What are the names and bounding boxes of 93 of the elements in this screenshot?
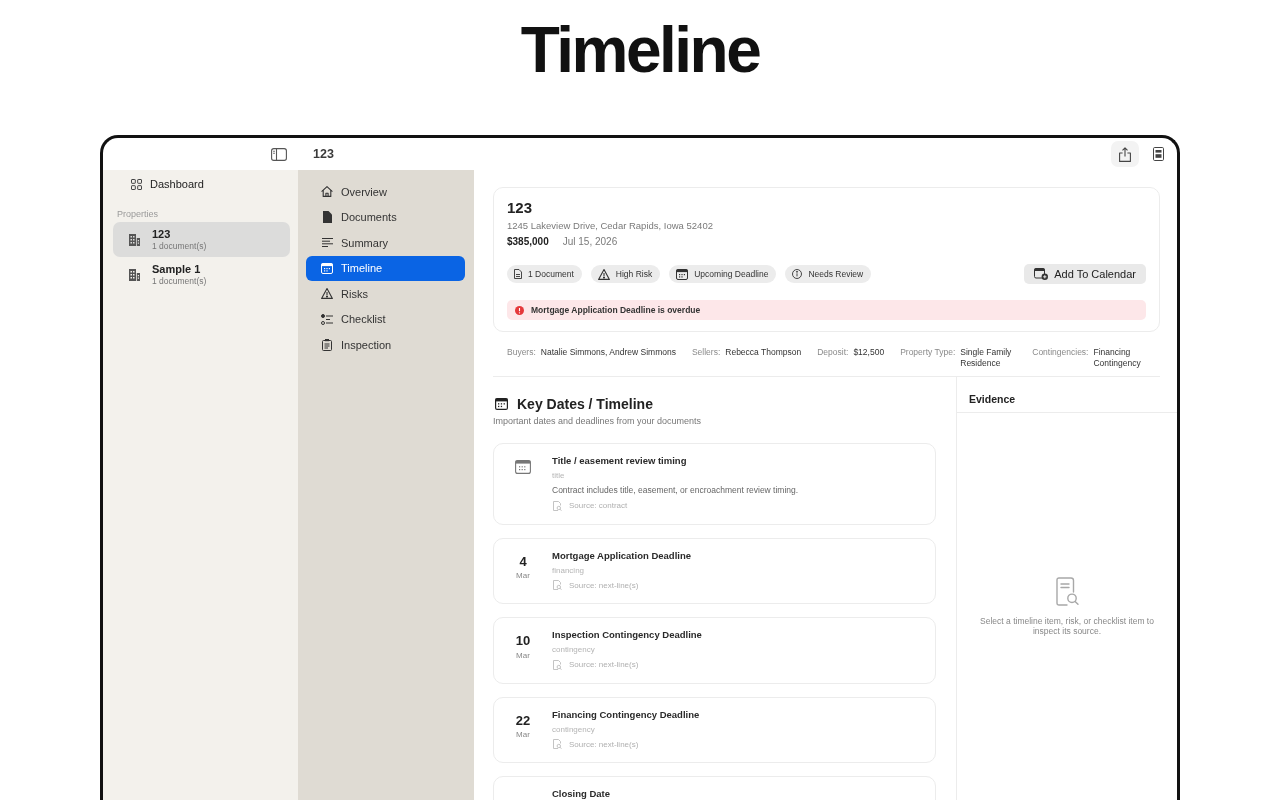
nav-item[interactable]: Documents — [306, 204, 465, 230]
detail-label: Property Type: — [900, 347, 956, 359]
calendar-icon — [676, 268, 689, 280]
item-category: financing — [552, 564, 586, 577]
clipboard-icon — [322, 338, 332, 351]
detail-label: Sellers: — [691, 347, 721, 359]
calendar-icon — [515, 460, 531, 474]
detail-label: Deposit: — [817, 347, 849, 359]
building-icon — [129, 268, 140, 281]
status-tag: Upcoming Deadline — [669, 265, 777, 283]
status-tag: Needs Review — [785, 265, 872, 283]
nav-item[interactable]: Inspection — [306, 332, 465, 358]
alert-text: Mortgage Application Deadline is overdue — [531, 305, 701, 315]
error-icon — [515, 305, 524, 315]
date-day: 10 — [515, 633, 531, 648]
item-source: Source: contract — [569, 501, 628, 510]
toolbar-title: 123 — [313, 147, 334, 161]
property-item[interactable]: 123 1 document(s) — [113, 222, 290, 257]
item-source: Source: next-line(s) — [569, 739, 639, 749]
document-icon — [322, 211, 332, 224]
nav-item[interactable]: Timeline — [306, 255, 465, 281]
item-description: Contract includes title, easement, or encroachment review timing. — [552, 484, 800, 497]
item-title: Closing Date — [552, 787, 612, 800]
calendar-icon — [495, 398, 508, 410]
share-button[interactable] — [1111, 141, 1139, 167]
item-category: contingency — [552, 723, 596, 736]
section-title: Key Dates / Timeline — [517, 395, 653, 413]
document-icon[interactable] — [1153, 147, 1164, 161]
item-title: Inspection Contingency Deadline — [552, 628, 703, 642]
date-day: 4 — [519, 553, 527, 569]
section-subtitle: Important dates and deadlines from your documents — [493, 415, 703, 427]
detail-value: Natalie Simmons, Andrew Simmons — [540, 347, 676, 359]
status-tag: High Risk — [590, 265, 661, 283]
calendar-add-icon — [1034, 268, 1049, 280]
warning-icon — [597, 268, 610, 280]
date-month: Mar — [516, 649, 530, 662]
document-count: 1 document(s) — [152, 275, 207, 287]
detail-value: Single Family Residence — [960, 347, 1013, 369]
timeline-card[interactable]: 10 Mar Inspection Contingency Deadline contingency Source: next-line(s) — [493, 617, 936, 684]
date-day: 22 — [515, 712, 531, 728]
date-month: Mar — [516, 729, 530, 741]
item-category: title — [552, 470, 566, 482]
source-icon — [553, 739, 562, 749]
add-to-calendar-button[interactable]: Add To Calendar — [1024, 264, 1146, 284]
detail-label: Contingencies: — [1032, 347, 1089, 359]
text-lines-icon — [321, 238, 333, 248]
detail-value: Financing Contingency — [1093, 347, 1142, 369]
date-text: Jul 15, 2026 — [562, 235, 618, 249]
share-icon — [1119, 146, 1131, 162]
item-source: Source: next-line(s) — [569, 580, 639, 590]
timeline-card[interactable]: Title / easement review timing title Contract includes title, easement, or encroachment review timing. Source: contract — [493, 443, 936, 525]
item-category: contingency — [552, 644, 596, 656]
detail-label: Buyers: — [507, 347, 536, 359]
home-icon — [321, 186, 333, 198]
nav-item[interactable]: Overview — [306, 179, 465, 205]
nav-item[interactable]: Risks — [306, 281, 465, 307]
info-icon — [792, 269, 803, 279]
source-icon — [553, 659, 562, 670]
warning-icon — [321, 288, 333, 300]
status-tag: 1 Document — [507, 265, 582, 283]
panel-title: Evidence — [969, 393, 1016, 405]
property-item[interactable]: Sample 1 1 document(s) — [113, 257, 290, 292]
address-text: 1245 Lakeview Drive, Cedar Rapids, Iowa 52402 — [507, 219, 714, 232]
property-name: 123 — [152, 227, 172, 241]
timeline-card[interactable]: 22 Mar Financing Contingency Deadline contingency Source: next-line(s) — [493, 696, 936, 763]
document-icon — [514, 269, 522, 279]
source-icon — [553, 580, 562, 590]
timeline-card[interactable]: 4 Mar Mortgage Application Deadline financing Source: next-line(s) — [493, 537, 936, 604]
property-name: Sample 1 — [152, 262, 202, 276]
timeline-card[interactable]: Closing Date — [493, 776, 936, 800]
date-month: Mar — [516, 570, 530, 582]
sidebar-toggle-icon[interactable] — [271, 147, 287, 161]
document-search-icon — [1055, 577, 1079, 606]
property-title: 123 — [507, 199, 534, 217]
item-title: Mortgage Application Deadline — [552, 548, 692, 563]
building-icon — [129, 233, 140, 246]
grid-icon — [131, 178, 142, 190]
checklist-icon — [321, 313, 333, 325]
item-title: Title / easement review timing — [552, 454, 688, 468]
page-title: Timeline — [520, 13, 760, 82]
price-text: $385,000 — [507, 235, 549, 249]
detail-value: $12,500 — [853, 347, 885, 359]
dashboard-item[interactable]: Dashboard — [103, 174, 204, 194]
item-title: Financing Contingency Deadline — [552, 707, 701, 722]
calendar-icon — [321, 262, 333, 274]
source-icon — [553, 500, 562, 511]
document-count: 1 document(s) — [152, 240, 207, 252]
detail-value: Rebecca Thompson — [725, 347, 802, 359]
nav-item[interactable]: Summary — [306, 230, 465, 256]
section-label: Properties — [116, 209, 160, 220]
empty-state-text: Select a timeline item, risk, or checklist item to inspect its source. — [979, 616, 1155, 636]
item-source: Source: next-line(s) — [569, 660, 639, 669]
nav-item[interactable]: Checklist — [306, 306, 465, 332]
